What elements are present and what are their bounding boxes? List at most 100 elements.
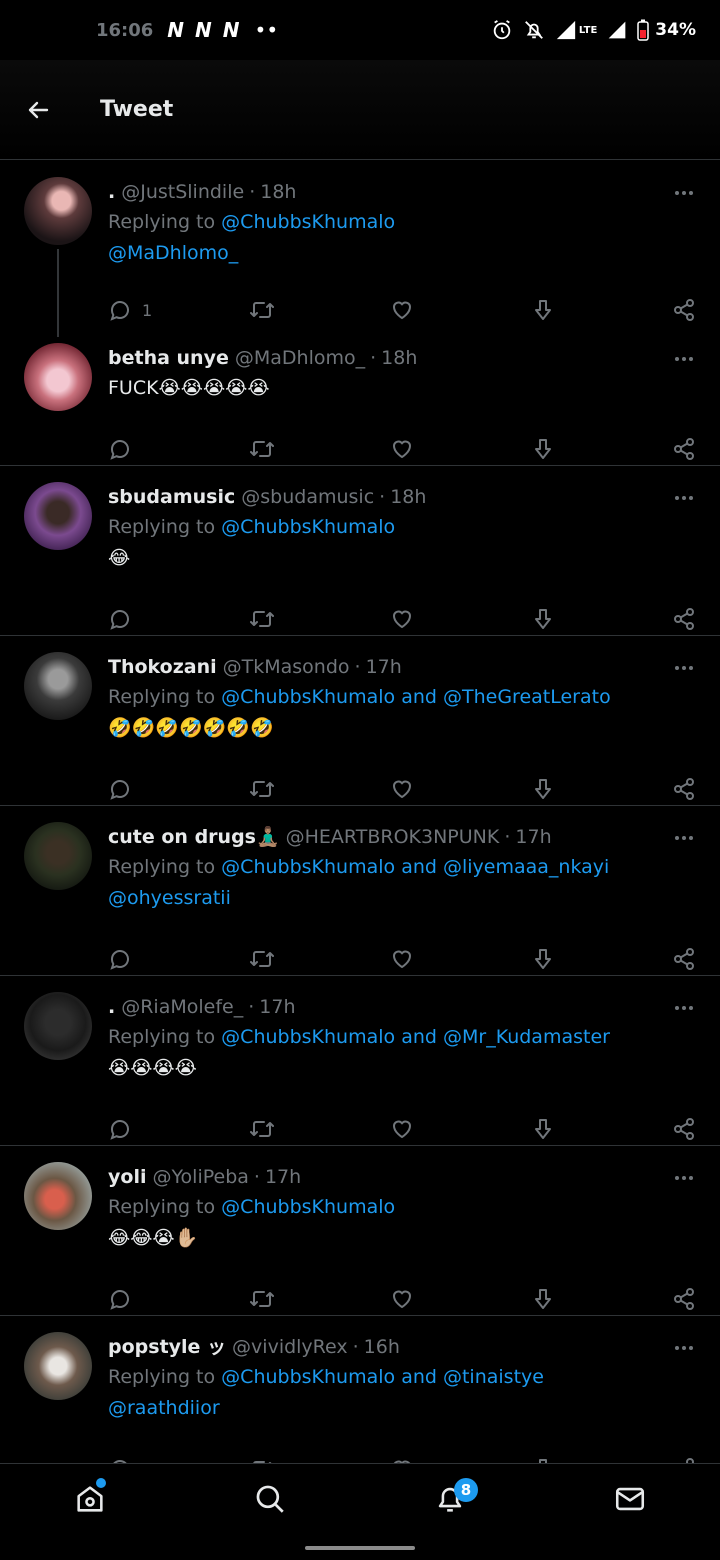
mention-link[interactable]: @ChubbsKhumalo [221, 1366, 395, 1388]
retweet-button[interactable] [249, 607, 390, 631]
downvote-button[interactable] [531, 437, 672, 461]
reply-button[interactable]: 1 [108, 298, 249, 322]
reply-button[interactable] [108, 607, 249, 631]
tweet-timestamp[interactable]: 18h [381, 343, 417, 373]
mention-link[interactable]: @ChubbsKhumalo [221, 211, 395, 233]
tweet-timestamp[interactable]: 17h [265, 1162, 301, 1192]
avatar[interactable] [24, 822, 92, 890]
avatar[interactable] [24, 482, 92, 550]
display-name[interactable]: betha unye [108, 343, 229, 373]
nav-search[interactable] [234, 1482, 306, 1554]
display-name[interactable]: popstyle ッ [108, 1332, 226, 1362]
more-options-button[interactable] [672, 998, 696, 1018]
display-name[interactable]: yoli [108, 1162, 146, 1192]
user-handle[interactable]: @sbudamusic [241, 482, 374, 512]
mention-link[interactable]: @liyemaaa_nkayi [443, 856, 609, 878]
mention-link[interactable]: @ChubbsKhumalo [221, 1026, 395, 1048]
retweet-button[interactable] [249, 1117, 390, 1141]
nav-home[interactable] [54, 1478, 126, 1554]
user-handle[interactable]: @JustSlindile [121, 177, 244, 207]
back-button[interactable] [0, 80, 76, 140]
tweet[interactable]: betha unye @MaDhlomo_ · 18h FUCK😭😭😭😭😭 [0, 331, 720, 466]
tweet-timestamp[interactable]: 18h [390, 482, 426, 512]
more-options-button[interactable] [672, 1168, 696, 1188]
like-button[interactable] [390, 607, 531, 631]
retweet-button[interactable] [249, 437, 390, 461]
downvote-button[interactable] [531, 777, 672, 801]
tweet-timestamp[interactable]: 16h [364, 1332, 400, 1362]
like-button[interactable] [390, 947, 531, 971]
mention-link[interactable]: @ChubbsKhumalo [221, 686, 395, 708]
user-handle[interactable]: @TkMasondo [223, 652, 350, 682]
display-name[interactable]: . [108, 177, 115, 207]
retweet-button[interactable] [249, 777, 390, 801]
display-name[interactable]: cute on drugs🧘🏽‍♂️ [108, 822, 280, 852]
tweet[interactable]: . @RiaMolefe_ · 17h Replying to @ChubbsK… [0, 976, 720, 1146]
avatar[interactable] [24, 1162, 92, 1230]
retweet-button[interactable] [249, 947, 390, 971]
more-options-button[interactable] [672, 183, 696, 203]
more-options-button[interactable] [672, 488, 696, 508]
mention-link[interactable]: @raathdiior [108, 1397, 220, 1419]
display-name[interactable]: sbudamusic [108, 482, 235, 512]
like-button[interactable] [390, 1117, 531, 1141]
nav-notifications[interactable]: 8 [414, 1478, 486, 1554]
avatar[interactable] [24, 177, 92, 245]
share-button[interactable] [672, 607, 696, 631]
share-button[interactable] [672, 777, 696, 801]
reply-button[interactable] [108, 1287, 249, 1311]
tweet[interactable]: . @JustSlindile · 18h Replying to @Chubb… [0, 161, 720, 337]
downvote-button[interactable] [531, 1117, 672, 1141]
more-options-button[interactable] [672, 1338, 696, 1358]
tweet[interactable]: cute on drugs🧘🏽‍♂️ @HEARTBROK3NPUNK · 17… [0, 806, 720, 976]
mention-link[interactable]: @TheGreatLerato [443, 686, 611, 708]
share-button[interactable] [672, 1117, 696, 1141]
more-options-button[interactable] [672, 658, 696, 678]
avatar[interactable] [24, 652, 92, 720]
like-button[interactable] [390, 437, 531, 461]
user-handle[interactable]: @HEARTBROK3NPUNK [286, 822, 500, 852]
mention-link[interactable]: @ChubbsKhumalo [221, 856, 395, 878]
avatar[interactable] [24, 343, 92, 411]
tweet[interactable]: sbudamusic @sbudamusic · 18h Replying to… [0, 466, 720, 636]
gesture-home-indicator[interactable] [305, 1546, 415, 1550]
more-options-button[interactable] [672, 349, 696, 369]
downvote-button[interactable] [531, 1287, 672, 1311]
display-name[interactable]: Thokozani [108, 652, 217, 682]
user-handle[interactable]: @vividlyRex [232, 1332, 348, 1362]
mention-link[interactable]: @MaDhlomo_ [108, 242, 238, 264]
mention-link[interactable]: @ChubbsKhumalo [221, 516, 395, 538]
mention-link[interactable]: @Mr_Kudamaster [443, 1026, 610, 1048]
tweet[interactable]: yoli @YoliPeba · 17h Replying to @Chubbs… [0, 1146, 720, 1316]
tweet[interactable]: Thokozani @TkMasondo · 17h Replying to @… [0, 636, 720, 806]
reply-button[interactable] [108, 947, 249, 971]
like-button[interactable] [390, 777, 531, 801]
share-button[interactable] [672, 947, 696, 971]
reply-button[interactable] [108, 437, 249, 461]
tweet-timestamp[interactable]: 18h [260, 177, 296, 207]
user-handle[interactable]: @RiaMolefe_ [121, 992, 243, 1022]
like-button[interactable] [390, 298, 531, 322]
reply-button[interactable] [108, 777, 249, 801]
tweet-timestamp[interactable]: 17h [366, 652, 402, 682]
tweet-reply-list[interactable]: . @JustSlindile · 18h Replying to @Chubb… [0, 161, 720, 1463]
share-button[interactable] [672, 298, 696, 322]
reply-button[interactable] [108, 1117, 249, 1141]
display-name[interactable]: . [108, 992, 115, 1022]
tweet-timestamp[interactable]: 17h [259, 992, 295, 1022]
share-button[interactable] [672, 1287, 696, 1311]
avatar[interactable] [24, 992, 92, 1060]
tweet[interactable]: popstyle ッ @vividlyRex · 16h Replying to… [0, 1316, 720, 1463]
more-options-button[interactable] [672, 828, 696, 848]
retweet-button[interactable] [249, 298, 390, 322]
mention-link[interactable]: @tinaistye [443, 1366, 544, 1388]
user-handle[interactable]: @MaDhlomo_ [235, 343, 365, 373]
mention-link[interactable]: @ohyessratii [108, 887, 231, 909]
retweet-button[interactable] [249, 1287, 390, 1311]
user-handle[interactable]: @YoliPeba [152, 1162, 248, 1192]
downvote-button[interactable] [531, 947, 672, 971]
share-button[interactable] [672, 437, 696, 461]
mention-link[interactable]: @ChubbsKhumalo [221, 1196, 395, 1218]
tweet-timestamp[interactable]: 17h [515, 822, 551, 852]
avatar[interactable] [24, 1332, 92, 1400]
